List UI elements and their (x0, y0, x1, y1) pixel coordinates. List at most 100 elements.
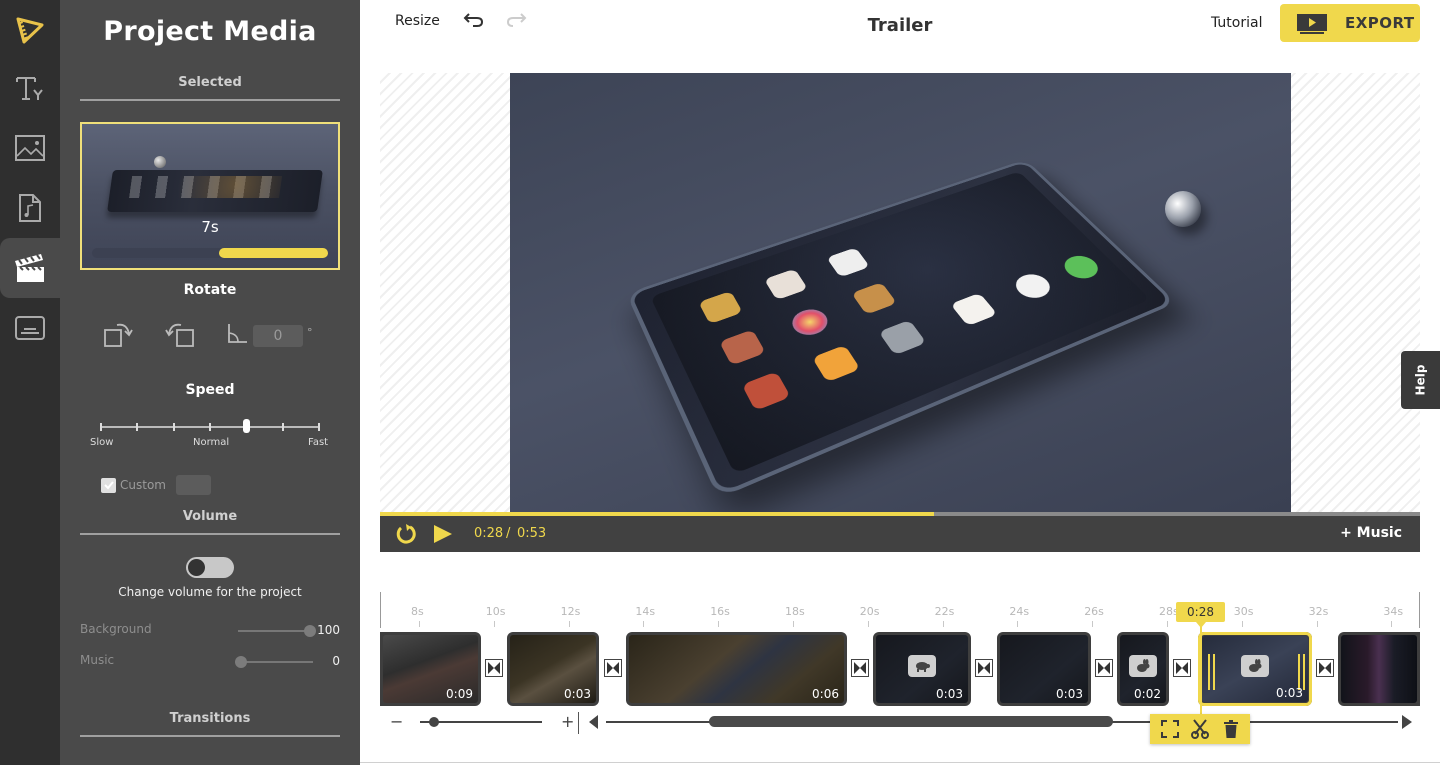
transition-button[interactable] (485, 659, 503, 677)
zoom-in-button[interactable]: + (561, 712, 574, 731)
divider (360, 762, 1440, 763)
timeline-clip[interactable]: 0:02 (1117, 632, 1169, 706)
rail-item-logo[interactable] (0, 0, 60, 60)
resize-button[interactable]: Resize (395, 13, 440, 29)
background-volume-slider[interactable] (238, 625, 316, 637)
redo-icon (505, 13, 527, 33)
timeline-clip[interactable]: 0:03 (997, 632, 1091, 706)
selected-clip-thumbnail[interactable]: 7s (80, 122, 340, 270)
clapperboard-icon (13, 252, 47, 284)
video-preview[interactable] (510, 73, 1291, 512)
transition-bowtie-icon (1098, 662, 1110, 674)
redo-button[interactable] (505, 11, 527, 33)
timeline-clip[interactable]: 0:03 (507, 632, 599, 706)
rotate-clockwise-button[interactable] (101, 318, 137, 354)
trim-end-handle[interactable] (1303, 654, 1305, 690)
preview-phone-image (626, 159, 1177, 499)
rotate-counterclockwise-icon (163, 320, 195, 352)
timeline-scrollbar-thumb[interactable] (708, 716, 1113, 727)
rail-item-audio[interactable] (0, 178, 60, 238)
app-icon (811, 344, 861, 383)
transition-button[interactable] (851, 659, 869, 677)
app-icon (763, 268, 809, 301)
transition-button[interactable] (604, 659, 622, 677)
trash-icon (1223, 720, 1238, 738)
trim-range-handle[interactable] (219, 248, 328, 258)
ruler-tick (643, 621, 645, 627)
ruler-tick (1391, 621, 1393, 627)
timeline-right-edge (1419, 592, 1420, 628)
scroll-right-arrow-icon[interactable] (1402, 715, 1412, 729)
timeline-clip[interactable]: 0:09 (380, 632, 481, 706)
play-button[interactable] (433, 524, 453, 548)
transition-bowtie-icon (978, 662, 990, 674)
trim-start-handle[interactable] (1208, 654, 1210, 690)
transition-button[interactable] (1316, 659, 1334, 677)
add-music-button[interactable]: + Music (1340, 525, 1402, 541)
app-icon (1009, 270, 1057, 303)
zoom-slider-knob[interactable] (429, 717, 440, 727)
ruler-label: 20s (859, 605, 880, 618)
rotate-counterclockwise-button[interactable] (161, 318, 197, 354)
toggle-knob (188, 559, 205, 576)
custom-speed-checkbox[interactable] (101, 478, 116, 493)
trim-end-handle[interactable] (1298, 654, 1300, 690)
timeline-zoom-slider[interactable] (420, 717, 542, 727)
playhead-time-tag[interactable]: 0:28 (1176, 602, 1225, 628)
timeline-left-edge (380, 592, 381, 628)
speed-tick (209, 423, 211, 431)
ruler-tick (1167, 621, 1168, 627)
transition-button[interactable] (1095, 659, 1113, 677)
replay-icon (396, 524, 416, 544)
transition-bowtie-icon (607, 662, 619, 674)
speed-tick (318, 423, 320, 431)
clip-duration: 0:03 (1056, 687, 1083, 701)
undo-button[interactable] (463, 11, 485, 33)
rail-item-images[interactable] (0, 118, 60, 178)
preview-ball-image (1165, 191, 1201, 227)
timeline-clip[interactable]: 0:06 (626, 632, 847, 706)
timeline-clip[interactable]: 0:03 (873, 632, 971, 706)
speed-tick (172, 423, 175, 431)
timeline-clip-selected[interactable]: 0:03 (1198, 632, 1312, 706)
fit-clip-button[interactable] (1159, 718, 1181, 740)
trim-start-handle[interactable] (1213, 654, 1215, 690)
slider-knob[interactable] (304, 625, 316, 637)
trim-range-track[interactable] (92, 248, 328, 258)
ruler-label: 18s (785, 605, 805, 618)
music-file-icon (18, 193, 42, 223)
speed-slider[interactable] (100, 419, 320, 433)
angle-icon (225, 322, 249, 350)
clip-thumbnail: 0:03 (1000, 635, 1088, 703)
rail-item-subtitles[interactable] (0, 298, 60, 358)
zoom-out-button[interactable]: − (390, 712, 403, 731)
transition-bowtie-icon (1176, 662, 1188, 674)
playhead-line[interactable] (1200, 622, 1202, 717)
custom-speed-input[interactable] (176, 475, 211, 495)
rail-item-text[interactable] (0, 58, 60, 118)
tutorial-link[interactable]: Tutorial (1211, 15, 1262, 31)
project-volume-toggle[interactable] (186, 557, 234, 578)
speed-label-normal: Normal (193, 437, 230, 448)
divider (80, 99, 340, 101)
app-icon (698, 290, 743, 325)
export-label: EXPORT (1345, 14, 1415, 32)
ruler-tick (1316, 621, 1318, 627)
slider-knob[interactable] (235, 656, 247, 668)
split-clip-button[interactable] (1189, 718, 1211, 740)
transition-button[interactable] (1173, 659, 1191, 677)
export-button[interactable]: EXPORT (1280, 4, 1420, 42)
music-volume-slider[interactable] (235, 656, 313, 668)
help-tab[interactable]: Help (1401, 351, 1440, 409)
rotation-angle-input[interactable] (253, 325, 303, 347)
replay-button[interactable] (395, 523, 417, 549)
rail-item-media[interactable] (0, 238, 60, 298)
ruler-tick (1241, 621, 1243, 627)
background-volume-label: Background (80, 622, 152, 636)
timeline-clip[interactable] (1338, 632, 1420, 706)
transition-button[interactable] (975, 659, 993, 677)
speed-slider-thumb[interactable] (242, 419, 250, 433)
ruler-label: 12s (560, 605, 581, 618)
scroll-left-arrow-icon[interactable] (589, 715, 598, 729)
delete-clip-button[interactable] (1220, 718, 1242, 740)
